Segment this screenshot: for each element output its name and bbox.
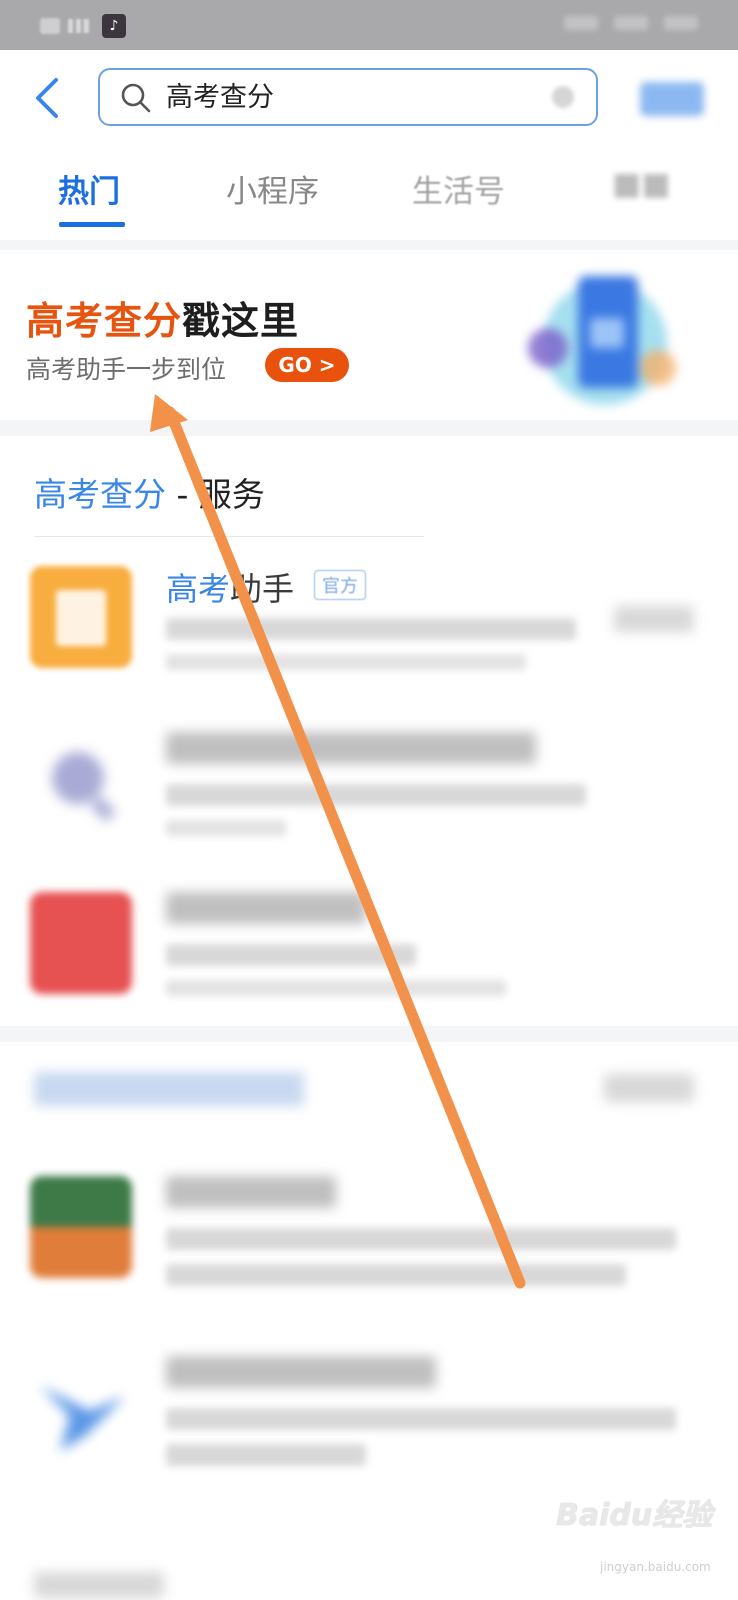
phone-illustration-icon — [528, 276, 676, 405]
service-name — [166, 732, 536, 764]
service-name — [166, 892, 366, 924]
magnifier-icon — [121, 83, 151, 113]
clear-icon[interactable] — [552, 86, 574, 108]
search-logo-icon — [30, 732, 132, 834]
service-desc — [166, 944, 416, 966]
time-text — [614, 16, 648, 30]
go-button[interactable]: GO > — [265, 348, 349, 382]
wifi-icon — [664, 16, 698, 30]
item-desc — [166, 1408, 676, 1430]
tab-bar: 热门 小程序 生活号 ■■ — [0, 160, 738, 227]
account-logo-icon — [30, 1176, 132, 1278]
item-desc — [166, 1228, 676, 1250]
item-name — [166, 1356, 436, 1388]
service-meta — [166, 654, 526, 670]
section-title — [34, 1072, 304, 1106]
bird-logo-icon — [30, 1356, 132, 1458]
service-desc — [166, 784, 586, 806]
battery-icon — [564, 16, 598, 30]
gaokao-helper-logo-icon — [30, 566, 132, 668]
services-title-highlight: 高考查分 — [34, 475, 166, 514]
search-button[interactable] — [640, 82, 704, 116]
service-desc — [166, 618, 576, 640]
baidu-watermark: Baidu经验 — [556, 1498, 713, 1533]
tab-hot[interactable]: 热门 — [58, 166, 120, 211]
official-badge: 官方 — [314, 570, 366, 600]
banner-subtitle: 高考助手一步到位 — [26, 355, 227, 384]
service-meta — [166, 820, 286, 836]
signal-icon — [68, 19, 94, 33]
banner-title-highlight: 高考查分 — [26, 299, 183, 343]
magnifier-logo-icon — [52, 752, 116, 822]
services-section: 高考查分 - 服务 高考助手 官方 — [0, 436, 738, 1026]
tab-life-account[interactable]: 生活号 — [412, 166, 505, 211]
list-item[interactable] — [0, 1356, 738, 1496]
tab-more[interactable]: ■■ — [612, 166, 671, 202]
service-name-rest: 助手 — [230, 570, 295, 608]
hd-indicator-icon — [40, 18, 60, 34]
service-item[interactable]: 高考助手 官方 — [0, 566, 738, 706]
tab-mini-program[interactable]: 小程序 — [226, 166, 319, 211]
status-indicators: ♪ — [40, 14, 126, 38]
search-query: 高考查分 — [166, 82, 274, 113]
item-name — [166, 1176, 336, 1208]
service-name-highlight: 高考 — [166, 570, 231, 608]
services-title: 高考查分 - 服务 — [34, 468, 265, 516]
service-item[interactable] — [0, 892, 738, 1032]
more-link[interactable] — [604, 1074, 694, 1102]
watermark-url: jingyan.baidu.com — [600, 1560, 711, 1574]
item-desc-2 — [166, 1444, 366, 1466]
status-bar: ♪ — [0, 0, 738, 50]
service-item[interactable] — [0, 732, 738, 872]
tiktok-icon: ♪ — [102, 14, 126, 38]
divider — [34, 536, 424, 537]
banner-title: 高考查分戳这里 — [26, 290, 299, 345]
search-input[interactable]: 高考查分 — [98, 68, 598, 126]
banner-title-rest: 戳这里 — [182, 299, 300, 343]
service-action[interactable] — [614, 606, 694, 632]
document-icon — [56, 590, 106, 646]
active-tab-indicator — [59, 222, 125, 227]
promo-banner[interactable]: 高考查分戳这里 高考助手一步到位 GO > — [0, 250, 738, 420]
exam-logo-icon — [30, 892, 132, 994]
bird-icon — [40, 1386, 125, 1451]
status-right — [564, 16, 698, 30]
list-item[interactable] — [0, 1176, 738, 1316]
chevron-left-icon[interactable] — [28, 76, 68, 120]
search-header: 高考查分 热门 小程序 生活号 ■■ — [0, 50, 738, 240]
next-section-title — [34, 1572, 164, 1598]
service-meta — [166, 980, 506, 996]
life-accounts-section — [0, 1042, 738, 1562]
item-desc-2 — [166, 1264, 626, 1286]
services-title-rest: - 服务 — [166, 475, 265, 514]
service-name: 高考助手 — [166, 564, 294, 610]
